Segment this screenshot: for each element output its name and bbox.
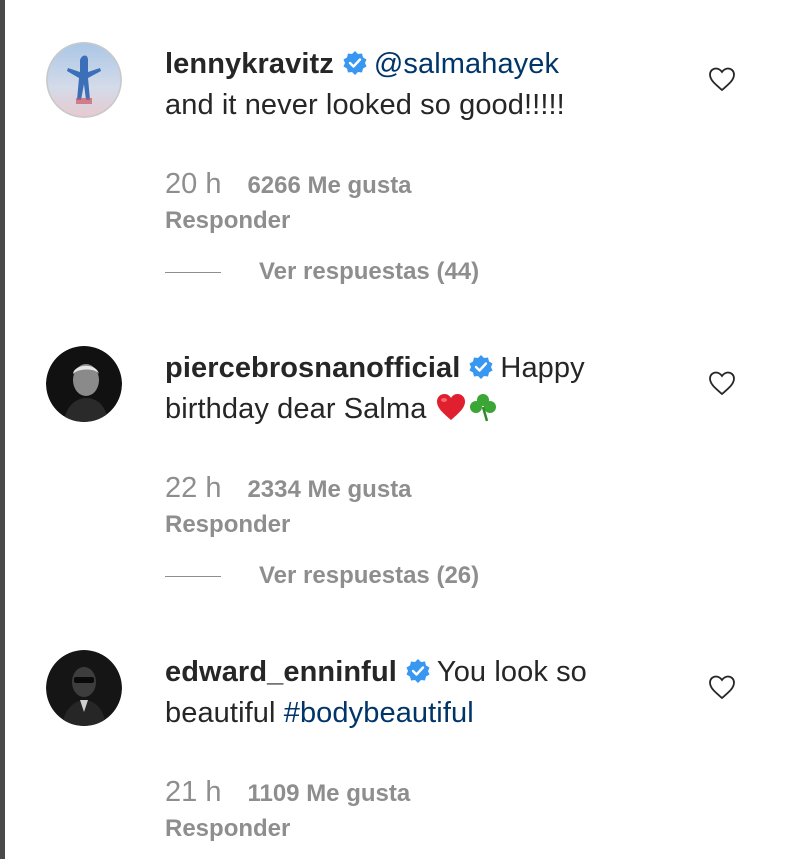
comment-time[interactable]: 21 h (165, 776, 221, 808)
comment-time[interactable]: 20 h (165, 168, 221, 200)
comment-time[interactable]: 22 h (165, 472, 221, 504)
like-count[interactable]: 6266 Me gusta (247, 172, 411, 199)
like-heart-icon[interactable] (707, 368, 737, 398)
verified-badge-icon (342, 50, 368, 76)
hashtag-link[interactable]: #bodybeautiful (284, 697, 474, 729)
divider-line (165, 576, 221, 578)
comment-meta: 20 h 6266 Me gusta (165, 168, 412, 202)
avatar[interactable] (46, 650, 122, 726)
like-heart-icon[interactable] (707, 64, 737, 94)
mention-link[interactable]: @salmahayek (374, 48, 559, 80)
comment-username[interactable]: lennykravitz (165, 48, 334, 80)
like-heart-icon[interactable] (707, 672, 737, 702)
view-replies-label: Ver respuestas (44) (259, 258, 480, 285)
comment-body: You look so (436, 656, 587, 688)
view-replies-label: Ver respuestas (26) (259, 562, 480, 589)
red-heart-emoji (435, 391, 467, 423)
shamrock-emoji (467, 391, 499, 423)
view-replies-button[interactable]: Ver respuestas (44) (165, 256, 479, 288)
comment-body: birthday dear Salma (165, 393, 427, 425)
avatar[interactable] (46, 346, 122, 422)
comment-body: Happy (500, 352, 585, 384)
verified-badge-icon (405, 658, 431, 684)
verified-badge-icon (468, 354, 494, 380)
comment-username[interactable]: edward_enninful (165, 656, 397, 688)
divider-line (165, 272, 221, 274)
like-count[interactable]: 1109 Me gusta (247, 780, 410, 807)
reply-button[interactable]: Responder (165, 205, 290, 237)
view-replies-button[interactable]: Ver respuestas (26) (165, 560, 479, 592)
comment-username[interactable]: piercebrosnanofficial (165, 352, 460, 384)
reply-button[interactable]: Responder (165, 509, 290, 541)
comment-meta: 21 h 1109 Me gusta (165, 776, 410, 810)
comment-body: and it never looked so good!!!!! (165, 89, 565, 121)
avatar[interactable] (46, 42, 122, 118)
comment-meta: 22 h 2334 Me gusta (165, 472, 412, 506)
left-edge-strip (0, 0, 5, 859)
comment-body: beautiful (165, 697, 276, 729)
comment-text: lennykravitz @salmahayek and it never loo… (165, 44, 675, 126)
like-count[interactable]: 2334 Me gusta (247, 476, 411, 503)
reply-button[interactable]: Responder (165, 813, 290, 845)
comment-text: piercebrosnanofficial Happy birthday dear… (165, 348, 675, 430)
comment-text: edward_enninful You look so beautiful #bo… (165, 652, 675, 734)
